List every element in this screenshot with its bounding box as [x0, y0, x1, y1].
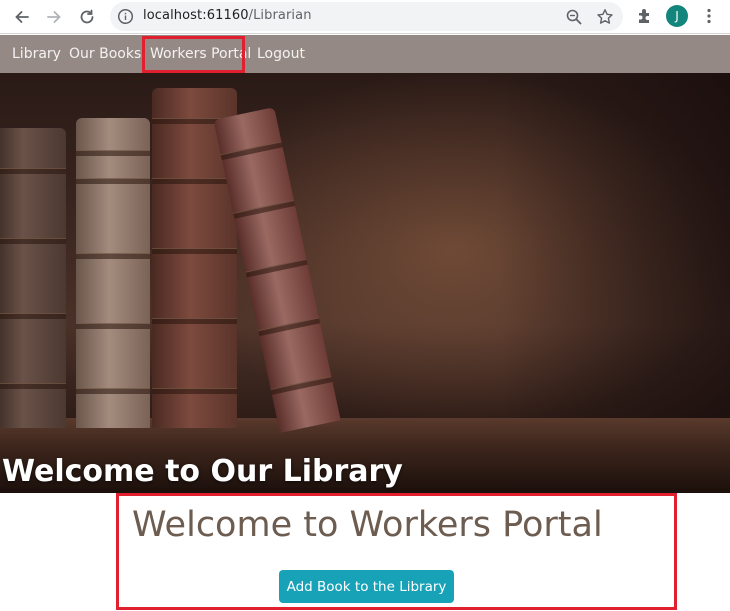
- add-book-button[interactable]: Add Book to the Library: [279, 570, 454, 603]
- spine-band: [0, 383, 66, 389]
- spine-band: [0, 238, 66, 244]
- zoom-icon[interactable]: [565, 8, 583, 26]
- spine-band: [76, 150, 150, 156]
- back-button[interactable]: [10, 5, 34, 29]
- spine-band: [76, 253, 150, 259]
- spine-band: [152, 178, 237, 184]
- reload-button[interactable]: [75, 5, 99, 29]
- spine-band: [270, 376, 333, 395]
- site-navbar: Library Our Books Workers Portal Logout: [0, 35, 730, 73]
- url-text: localhost:61160/Librarian: [143, 8, 312, 23]
- spine-band: [220, 141, 283, 161]
- hero-title: Welcome to Our Library: [2, 454, 403, 489]
- address-bar[interactable]: localhost:61160/Librarian: [110, 2, 623, 31]
- hero-banner: Welcome to Our Library: [0, 73, 730, 493]
- spine-band: [258, 317, 321, 337]
- nav-link-logout[interactable]: Logout: [257, 46, 305, 62]
- browser-toolbar: localhost:61160/Librarian J: [0, 0, 730, 34]
- url-host: localhost:61160: [143, 8, 249, 23]
- book-spine-1: [0, 128, 66, 428]
- arrow-right-icon: [47, 11, 61, 23]
- spine-band: [152, 318, 237, 324]
- book-spine-2: [76, 118, 150, 428]
- spine-band: [0, 313, 66, 319]
- kebab-menu-icon[interactable]: [700, 7, 718, 25]
- nav-link-library[interactable]: Library: [12, 46, 61, 62]
- spine-band: [245, 258, 308, 278]
- workers-portal-highlight: [142, 36, 245, 73]
- spine-band: [152, 388, 237, 394]
- extensions-icon[interactable]: [636, 7, 654, 25]
- spine-band: [76, 388, 150, 394]
- portal-title: Welcome to Workers Portal: [132, 505, 603, 545]
- arrow-left-icon: [15, 11, 29, 23]
- url-path: /Librarian: [248, 8, 312, 23]
- spine-band: [0, 168, 66, 174]
- info-icon[interactable]: [117, 8, 134, 25]
- profile-avatar[interactable]: J: [666, 5, 688, 27]
- reload-icon: [80, 9, 94, 24]
- spine-band: [152, 248, 237, 254]
- spine-band: [233, 200, 296, 219]
- forward-button[interactable]: [42, 5, 66, 29]
- nav-link-our-books[interactable]: Our Books: [69, 46, 141, 62]
- spine-band: [76, 323, 150, 329]
- star-icon[interactable]: [596, 8, 614, 26]
- spine-band: [76, 178, 150, 184]
